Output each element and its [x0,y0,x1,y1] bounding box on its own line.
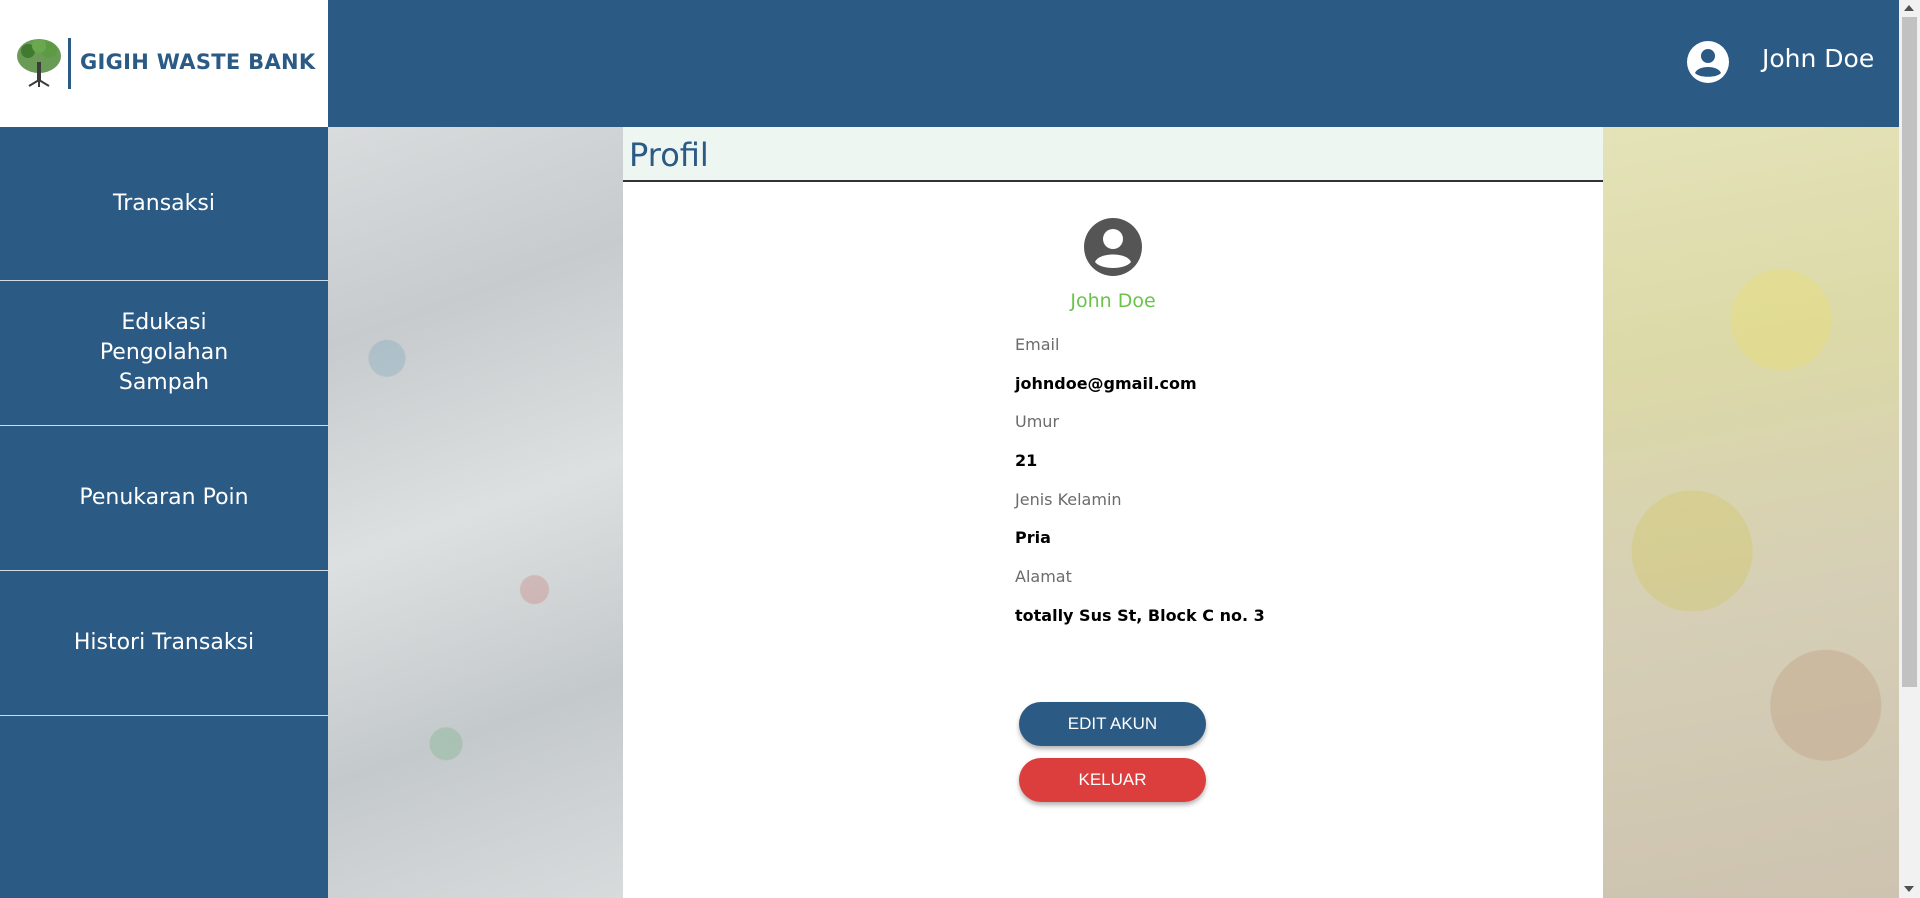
scroll-up-icon[interactable] [1904,5,1914,11]
gender-label: Jenis Kelamin [1015,490,1122,509]
account-circle-icon [1084,218,1142,276]
page-title-bar: Profil [623,127,1603,182]
organic-waste-background-image [1603,127,1900,898]
top-bar [328,0,1900,127]
age-value: 21 [1015,451,1038,470]
account-circle-icon[interactable] [1686,40,1730,84]
brand-name: GIGIH WASTE BANK [80,50,316,74]
logo-area: GIGIH WASTE BANK [0,0,328,127]
edit-account-button[interactable]: EDIT AKUN [1019,702,1206,746]
sidebar-item-histori-transaksi[interactable]: Histori Transaksi [0,571,328,716]
email-value: johndoe@gmail.com [1015,374,1197,393]
header-user-name[interactable]: John Doe [1762,44,1874,73]
sidebar-item-transaksi[interactable]: Transaksi [0,127,328,281]
sidebar-item-label: Transaksi [113,190,215,216]
profile-panel: Profil John Doe Email johndoe@gmail.com … [623,127,1603,898]
sidebar-item-label: Edukasi Pengolahan Sampah [99,310,229,395]
sidebar: Transaksi Edukasi Pengolahan Sampah Penu… [0,127,328,898]
email-label: Email [1015,335,1060,354]
sidebar-item-label: Histori Transaksi [73,630,255,655]
page-title: Profil [629,136,709,174]
sidebar-item-label: Penukaran Poin [79,485,249,510]
logo-divider [68,38,71,89]
address-value: totally Sus St, Block C no. 3 [1015,606,1265,625]
tree-logo-icon [17,39,61,87]
sidebar-item-edukasi[interactable]: Edukasi Pengolahan Sampah [0,281,328,426]
sidebar-item-penukaran-poin[interactable]: Penukaran Poin [0,426,328,571]
scroll-down-icon[interactable] [1904,886,1914,892]
address-label: Alamat [1015,567,1072,586]
age-label: Umur [1015,412,1060,431]
plastic-waste-background-image [328,127,623,898]
profile-name: John Doe [1070,290,1156,312]
scroll-thumb[interactable] [1902,17,1917,687]
page-scrollbar[interactable] [1899,0,1920,898]
gender-value: Pria [1015,528,1051,547]
logout-button[interactable]: KELUAR [1019,758,1206,802]
